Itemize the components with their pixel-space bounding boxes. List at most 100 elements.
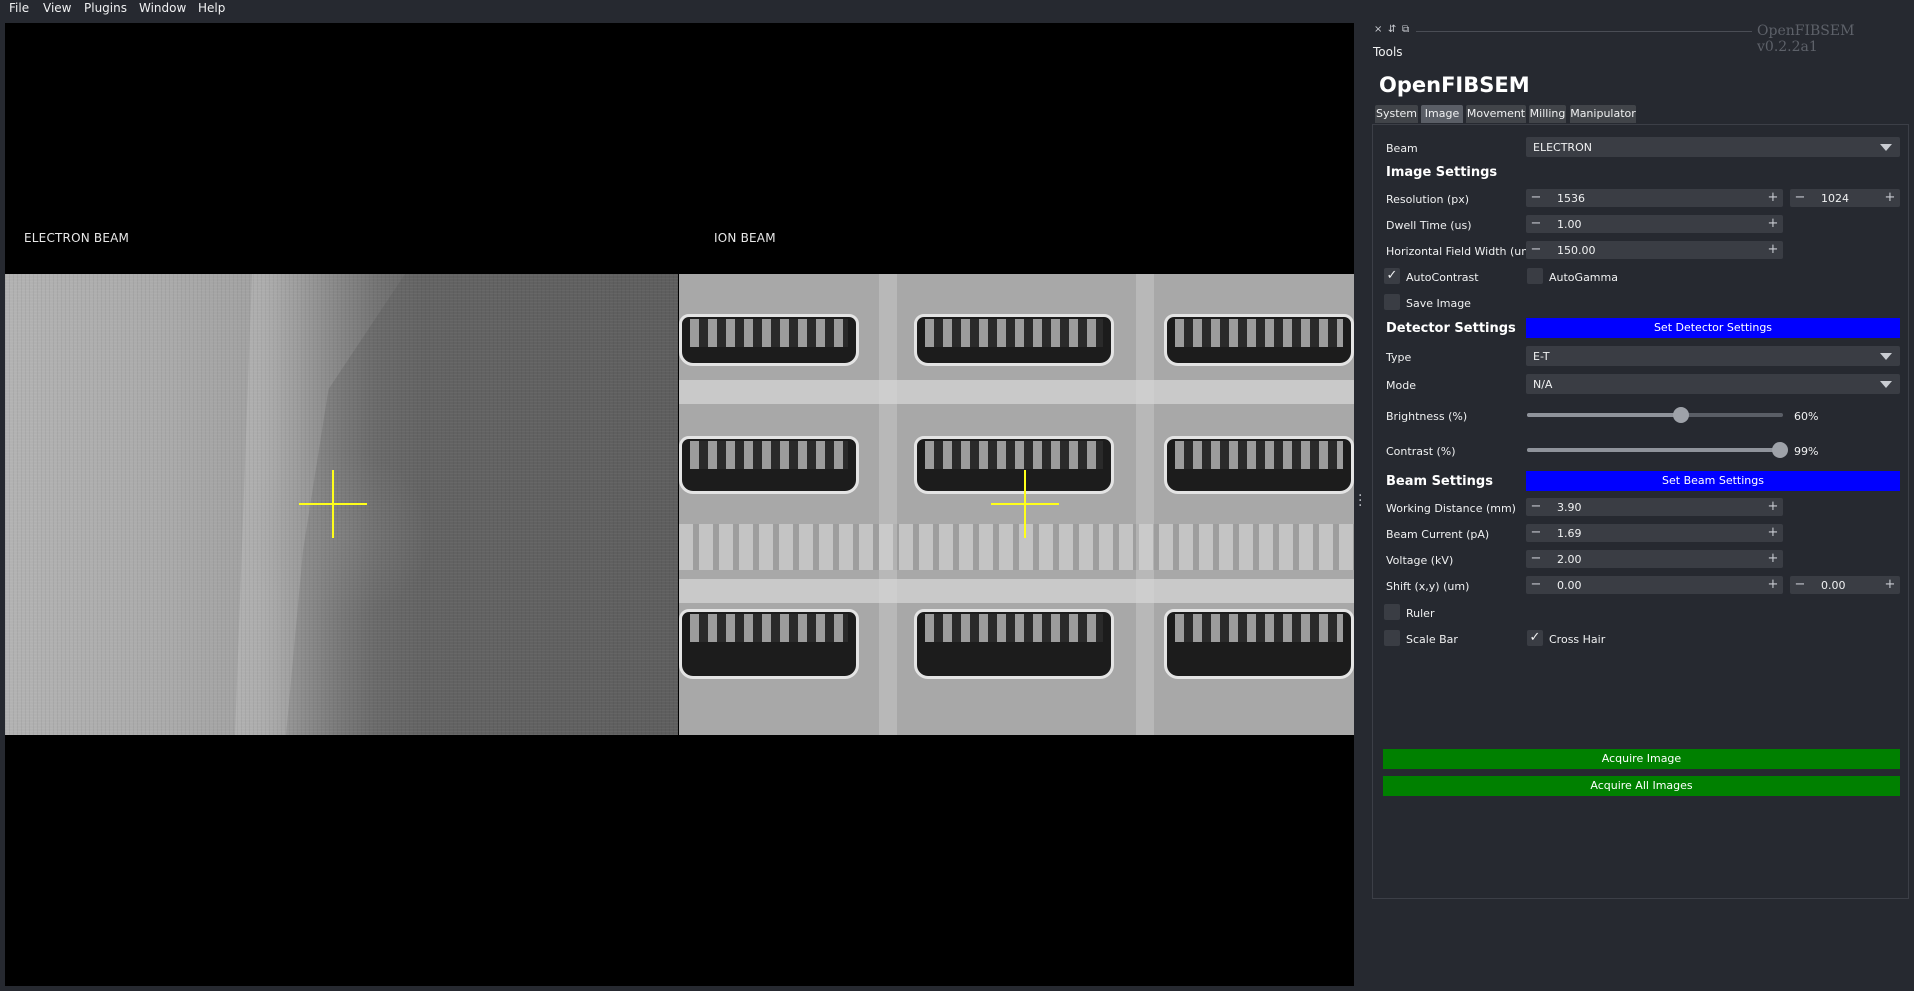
working-distance-value: 3.90 bbox=[1557, 501, 1582, 514]
hfw-spinbox[interactable]: − 150.00 + bbox=[1526, 241, 1783, 259]
trench bbox=[914, 609, 1114, 679]
shift-x-spinbox[interactable]: − 0.00 + bbox=[1526, 576, 1783, 594]
minus-icon[interactable]: − bbox=[1528, 498, 1544, 516]
acquire-all-images-button[interactable]: Acquire All Images bbox=[1383, 776, 1900, 796]
tab-milling[interactable]: Milling bbox=[1529, 105, 1566, 123]
contrast-value: 99% bbox=[1794, 445, 1819, 458]
acquire-image-button[interactable]: Acquire Image bbox=[1383, 749, 1900, 769]
plus-icon[interactable]: + bbox=[1765, 189, 1781, 207]
plus-icon[interactable]: + bbox=[1765, 241, 1781, 259]
shift-label: Shift (x,y) (um) bbox=[1386, 580, 1470, 593]
beam-select[interactable]: ELECTRON bbox=[1526, 137, 1900, 157]
trench-teeth bbox=[690, 614, 848, 642]
tab-image[interactable]: Image bbox=[1421, 105, 1463, 123]
minus-icon[interactable]: − bbox=[1528, 550, 1544, 568]
tools-label: Tools bbox=[1373, 45, 1403, 59]
menu-plugins[interactable]: Plugins bbox=[84, 1, 127, 15]
plus-icon[interactable]: + bbox=[1765, 524, 1781, 542]
image-settings-heading: Image Settings bbox=[1386, 165, 1498, 180]
plus-icon[interactable]: + bbox=[1765, 550, 1781, 568]
chevron-down-icon bbox=[1880, 353, 1892, 360]
tab-movement[interactable]: Movement bbox=[1466, 105, 1526, 123]
plus-icon[interactable]: + bbox=[1882, 576, 1898, 594]
menu-bar: File View Plugins Window Help bbox=[0, 0, 1914, 18]
app-title: OpenFIBSEM bbox=[1379, 73, 1530, 97]
autogamma-checkbox[interactable] bbox=[1527, 268, 1543, 284]
dwell-time-spinbox[interactable]: − 1.00 + bbox=[1526, 215, 1783, 233]
resolution-label: Resolution (px) bbox=[1386, 193, 1470, 206]
beam-settings-heading: Beam Settings bbox=[1386, 474, 1493, 489]
minus-icon[interactable]: − bbox=[1528, 524, 1544, 542]
beam-current-spinbox[interactable]: − 1.69 + bbox=[1526, 524, 1783, 542]
save-image-checkbox[interactable] bbox=[1384, 294, 1400, 310]
trench-teeth bbox=[925, 614, 1103, 642]
cross-hair-checkbox[interactable]: ✓ bbox=[1527, 630, 1543, 646]
detector-type-label: Type bbox=[1386, 351, 1412, 364]
tab-system[interactable]: System bbox=[1375, 105, 1418, 123]
menu-window[interactable]: Window bbox=[139, 1, 186, 15]
ruler-checkbox[interactable] bbox=[1384, 604, 1400, 620]
plus-icon[interactable]: + bbox=[1882, 189, 1898, 207]
set-detector-settings-button[interactable]: Set Detector Settings bbox=[1526, 318, 1900, 338]
trench bbox=[914, 314, 1114, 366]
autogamma-label: AutoGamma bbox=[1549, 271, 1618, 284]
plus-icon[interactable]: + bbox=[1765, 215, 1781, 233]
detector-mode-label: Mode bbox=[1386, 379, 1416, 392]
pin-icon[interactable]: ⇵ bbox=[1388, 24, 1396, 35]
set-beam-settings-button[interactable]: Set Beam Settings bbox=[1526, 471, 1900, 491]
scale-bar-checkbox[interactable] bbox=[1384, 630, 1400, 646]
plus-icon[interactable]: + bbox=[1765, 576, 1781, 594]
trench bbox=[679, 436, 859, 494]
menu-file[interactable]: File bbox=[9, 1, 29, 15]
minus-icon[interactable]: − bbox=[1528, 189, 1544, 207]
working-distance-spinbox[interactable]: − 3.90 + bbox=[1526, 498, 1783, 516]
dock-title-divider bbox=[1416, 31, 1752, 32]
detector-type-value: E-T bbox=[1533, 350, 1550, 363]
trench-teeth bbox=[1175, 441, 1343, 469]
brightness-value: 60% bbox=[1794, 410, 1819, 423]
detector-mode-value: N/A bbox=[1533, 378, 1553, 391]
detector-mode-select[interactable]: N/A bbox=[1526, 374, 1900, 394]
brightness-slider[interactable] bbox=[1527, 407, 1783, 423]
dwell-time-value: 1.00 bbox=[1557, 218, 1582, 231]
minus-icon[interactable]: − bbox=[1792, 189, 1808, 207]
splitter-handle[interactable]: · · · bbox=[1358, 489, 1362, 514]
bright-band bbox=[679, 579, 1354, 603]
resolution-y-spinbox[interactable]: − 1024 + bbox=[1790, 189, 1900, 207]
beam-label: Beam bbox=[1386, 142, 1418, 155]
chevron-down-icon bbox=[1880, 144, 1892, 151]
detector-type-select[interactable]: E-T bbox=[1526, 346, 1900, 366]
minus-icon[interactable]: − bbox=[1528, 215, 1544, 233]
cross-hair-label: Cross Hair bbox=[1549, 633, 1606, 646]
pillar bbox=[879, 274, 897, 735]
minus-icon[interactable]: − bbox=[1528, 576, 1544, 594]
detector-settings-heading: Detector Settings bbox=[1386, 321, 1516, 336]
minus-icon[interactable]: − bbox=[1528, 241, 1544, 259]
autocontrast-label: AutoContrast bbox=[1406, 271, 1479, 284]
contrast-slider[interactable] bbox=[1527, 442, 1789, 458]
voltage-label: Voltage (kV) bbox=[1386, 554, 1454, 567]
trench bbox=[1164, 609, 1354, 679]
tab-manipulator[interactable]: Manipulator bbox=[1570, 105, 1636, 123]
plus-icon[interactable]: + bbox=[1765, 498, 1781, 516]
menu-view[interactable]: View bbox=[43, 1, 71, 15]
resolution-y-value: 1024 bbox=[1821, 192, 1849, 205]
electron-beam-label: ELECTRON BEAM bbox=[24, 231, 130, 245]
brightness-slider-handle[interactable] bbox=[1672, 407, 1689, 423]
float-icon[interactable]: ⧉ bbox=[1402, 24, 1409, 35]
ruler-label: Ruler bbox=[1406, 607, 1435, 620]
shift-y-spinbox[interactable]: − 0.00 + bbox=[1790, 576, 1900, 594]
autocontrast-checkbox[interactable]: ✓ bbox=[1384, 268, 1400, 284]
contrast-slider-fill bbox=[1527, 448, 1781, 452]
bright-band bbox=[679, 380, 1354, 404]
voltage-spinbox[interactable]: − 2.00 + bbox=[1526, 550, 1783, 568]
plugin-version: OpenFIBSEM v0.2.2a1 bbox=[1757, 23, 1855, 55]
beam-current-label: Beam Current (pA) bbox=[1386, 528, 1490, 541]
minus-icon[interactable]: − bbox=[1792, 576, 1808, 594]
trench-teeth bbox=[690, 319, 848, 347]
menu-help[interactable]: Help bbox=[198, 1, 225, 15]
ion-crosshair-vertical bbox=[1024, 470, 1026, 538]
resolution-x-spinbox[interactable]: − 1536 + bbox=[1526, 189, 1783, 207]
close-icon[interactable]: × bbox=[1374, 24, 1382, 35]
hfw-value: 150.00 bbox=[1557, 244, 1596, 257]
